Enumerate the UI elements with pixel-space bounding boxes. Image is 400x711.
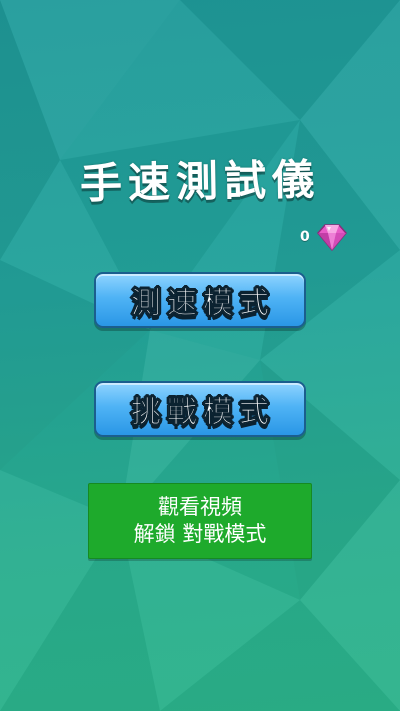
speed-test-mode-button[interactable]: 測速模式 [94,272,306,328]
game-title: 手速測試儀 [79,154,321,209]
watch-video-unlock-button[interactable]: 觀看視頻 解鎖 對戰模式 [88,483,312,559]
challenge-mode-label: 挑戰模式 [131,395,275,431]
unlock-button-line2: 解鎖 對戰模式 [133,522,267,546]
unlock-button-line1: 觀看視頻 [158,495,242,519]
gem-count: 0 [300,229,310,245]
low-poly-background [0,0,400,711]
gem-counter: 0 [300,222,348,252]
speed-test-mode-label: 測速模式 [131,286,275,322]
challenge-mode-button[interactable]: 挑戰模式 [94,381,306,437]
pink-gem-icon [316,224,347,252]
game-menu-screen: 手速測試儀 0 測速模式 挑戰模式 觀看視頻 解鎖 對戰模式 [0,0,400,711]
